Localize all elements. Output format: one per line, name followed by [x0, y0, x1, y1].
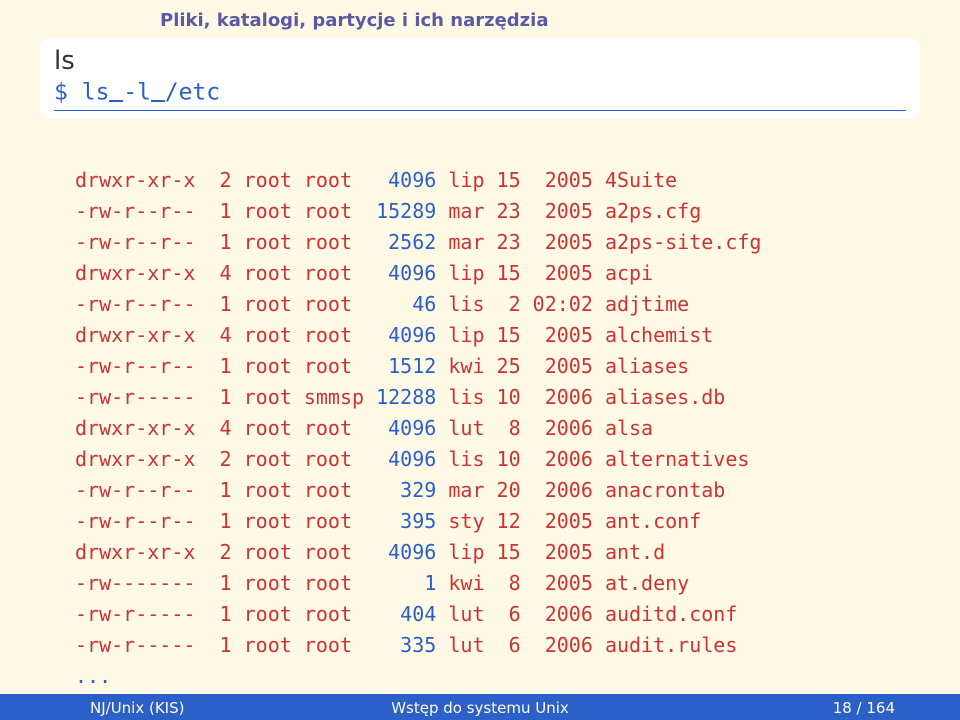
footer-left: NJ/Unix (KIS) [90, 699, 184, 717]
visible-space-icon [151, 80, 165, 102]
listing-row: -rw-r----- 1 root smmsp 12288 lis 10 200… [75, 382, 761, 413]
listing-row: -rw-r----- 1 root root 335 lut 6 2006 au… [75, 630, 761, 661]
listing-row: drwxr-xr-x 2 root root 4096 lis 10 2006 … [75, 444, 761, 475]
listing-row: -rw-r----- 1 root root 404 lut 6 2006 au… [75, 599, 761, 630]
listing-row: -rw-r--r-- 1 root root 15289 mar 23 2005… [75, 196, 761, 227]
prompt-symbol: $ [54, 80, 68, 106]
cmd-part-0: ls [82, 80, 110, 106]
listing-row: drwxr-xr-x 2 root root 4096 lip 15 2005 … [75, 165, 761, 196]
listing-row: -rw-r--r-- 1 root root 1512 kwi 25 2005 … [75, 351, 761, 382]
block-title: ls [54, 46, 906, 76]
command-line: $ ls -l/etc [54, 78, 906, 106]
listing-row: drwxr-xr-x 4 root root 4096 lip 15 2005 … [75, 320, 761, 351]
slide: Pliki, katalogi, partycje i ich narzędzi… [0, 0, 960, 720]
cmd-part-1: -l [123, 80, 151, 106]
listing-row: -rw-r--r-- 1 root root 395 sty 12 2005 a… [75, 506, 761, 537]
listing-ellipsis: ... [75, 661, 761, 692]
ls-output: drwxr-xr-x 2 root root 4096 lip 15 2005 … [75, 165, 761, 692]
listing-row: drwxr-xr-x 4 root root 4096 lip 15 2005 … [75, 258, 761, 289]
listing-row: -rw------- 1 root root 1 kwi 8 2005 at.d… [75, 568, 761, 599]
title-box: ls $ ls -l/etc [40, 38, 920, 119]
listing-row: drwxr-xr-x 4 root root 4096 lut 8 2006 a… [75, 413, 761, 444]
visible-space-icon [109, 80, 123, 102]
listing-row: -rw-r--r-- 1 root root 46 lis 2 02:02 ad… [75, 289, 761, 320]
section-header: Pliki, katalogi, partycje i ich narzędzi… [160, 10, 548, 31]
footer-right: 18 / 164 [833, 699, 895, 717]
listing-row: -rw-r--r-- 1 root root 329 mar 20 2006 a… [75, 475, 761, 506]
cmd-part-2: /etc [165, 80, 220, 106]
listing-row: -rw-r--r-- 1 root root 2562 mar 23 2005 … [75, 227, 761, 258]
listing-row: drwxr-xr-x 2 root root 4096 lip 15 2005 … [75, 537, 761, 568]
divider [54, 110, 906, 111]
